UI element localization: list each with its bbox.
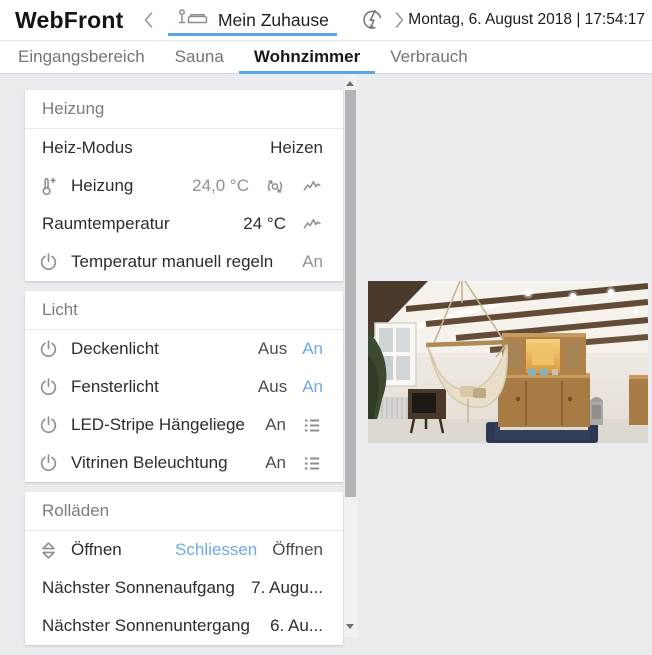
row-actions: An [302, 252, 323, 272]
control-row-led-stripe-hängeliege[interactable]: LED-Stripe Hängeliege An [25, 406, 343, 444]
control-label: Nächster Sonnenaufgang [42, 578, 245, 598]
scroll-down-icon[interactable] [346, 624, 354, 629]
home-icon [176, 8, 211, 33]
tab-sauna[interactable]: Sauna [160, 40, 239, 73]
section-card-heizung: Heizung Heiz-Modus Heizen Heizung 24,0 °C Rau… [25, 90, 343, 281]
control-row-temperatur-manuell-regeln[interactable]: Temperatur manuell regeln An [25, 243, 343, 281]
row-actions: An [265, 415, 323, 436]
an-button[interactable]: An [302, 377, 323, 397]
tab-verbrauch[interactable]: Verbrauch [375, 40, 483, 73]
control-row-öffnen[interactable]: Öffnen Schliessen Öffnen [25, 531, 343, 569]
value-text: An [265, 415, 286, 435]
control-row-raumtemperatur[interactable]: Raumtemperatur 24 °C [25, 205, 343, 243]
value-text: An [265, 453, 286, 473]
row-actions: 6. Au... [270, 616, 323, 636]
control-label: LED-Stripe Hängeliege [71, 415, 259, 435]
control-row-nächster-sonnenaufgang[interactable]: Nächster Sonnenaufgang 7. Augu... [25, 569, 343, 607]
app-header: WebFront Mein Zuhause Montag, 6. August … [0, 0, 652, 41]
control-label: Öffnen [71, 540, 169, 560]
control-row-vitrinen-beleuchtung[interactable]: Vitrinen Beleuchtung An [25, 444, 343, 482]
value-text: 24,0 °C [192, 176, 249, 196]
section-title: Heizung [25, 90, 343, 129]
control-row-nächster-sonnenuntergang[interactable]: Nächster Sonnenuntergang 6. Au... [25, 607, 343, 645]
row-actions: Schliessen Öffnen [175, 540, 323, 560]
storm-warning-icon[interactable] [361, 7, 384, 33]
list-icon[interactable] [301, 415, 323, 436]
row-actions: An [265, 453, 323, 474]
an-button[interactable]: An [302, 339, 323, 359]
row-actions: 24,0 °C [192, 176, 323, 197]
auto-icon[interactable] [264, 176, 286, 197]
tab-eingangsbereich[interactable]: Eingangsbereich [3, 40, 160, 73]
power-icon[interactable] [38, 252, 59, 273]
value-text: 7. Augu... [251, 578, 323, 598]
room-selector-label: Mein Zuhause [218, 10, 329, 31]
control-row-heiz-modus[interactable]: Heiz-Modus Heizen [25, 129, 343, 167]
stats-icon[interactable] [301, 214, 323, 235]
aus-button[interactable]: Aus [258, 339, 287, 359]
value-text: 24 °C [243, 214, 286, 234]
scroll-up-icon[interactable] [346, 81, 354, 86]
control-label: Heiz-Modus [42, 138, 264, 158]
room-tabbar: EingangsbereichSaunaWohnzimmerVerbrauch [0, 40, 652, 74]
section-title: Rolläden [25, 492, 343, 531]
datetime-display: Montag, 6. August 2018 | 17:54:17 [408, 11, 645, 29]
aus-button[interactable]: Aus [258, 377, 287, 397]
room-selector[interactable]: Mein Zuhause [170, 0, 335, 40]
control-row-fensterlicht[interactable]: Fensterlicht Aus An [25, 368, 343, 406]
power-icon[interactable] [38, 453, 59, 474]
control-label: Deckenlicht [71, 339, 252, 359]
row-actions: 7. Augu... [251, 578, 323, 598]
power-icon[interactable] [38, 377, 59, 398]
shutter-icon [38, 540, 59, 561]
control-label: Nächster Sonnenuntergang [42, 616, 264, 636]
power-icon[interactable] [38, 415, 59, 436]
öffnen-button[interactable]: Öffnen [272, 540, 323, 560]
stats-icon[interactable] [301, 176, 323, 197]
row-actions: Heizen [270, 138, 323, 158]
panel-scrollbar[interactable] [344, 73, 357, 637]
room-photo [368, 281, 648, 443]
control-row-deckenlicht[interactable]: Deckenlicht Aus An [25, 330, 343, 368]
control-label: Heizung [71, 176, 186, 196]
section-card-rolläden: Rolläden Öffnen Schliessen Öffnen Nächster S… [25, 492, 343, 645]
scrollbar-thumb[interactable] [345, 90, 356, 497]
value-text: Heizen [270, 138, 323, 158]
control-panel: Heizung Heiz-Modus Heizen Heizung 24,0 °C Rau… [25, 90, 343, 655]
row-actions: 24 °C [243, 214, 323, 235]
tab-wohnzimmer[interactable]: Wohnzimmer [239, 40, 375, 73]
thermometer-icon [38, 176, 59, 197]
value-text: 6. Au... [270, 616, 323, 636]
chevron-right-icon[interactable] [390, 7, 408, 33]
control-label: Fensterlicht [71, 377, 252, 397]
control-row-heizung[interactable]: Heizung 24,0 °C [25, 167, 343, 205]
control-label: Raumtemperatur [42, 214, 237, 234]
room-selector-underline [168, 33, 337, 36]
power-icon[interactable] [38, 339, 59, 360]
control-label: Vitrinen Beleuchtung [71, 453, 259, 473]
schliessen-button[interactable]: Schliessen [175, 540, 257, 560]
app-title: WebFront [15, 7, 124, 34]
chevron-left-icon[interactable] [140, 7, 158, 33]
row-actions: Aus An [258, 377, 323, 397]
control-label: Temperatur manuell regeln [71, 252, 296, 272]
row-actions: Aus An [258, 339, 323, 359]
section-card-licht: LichtDeckenlichtAusAnFensterlichtAusAnLE… [25, 291, 343, 482]
section-title: Licht [25, 291, 343, 330]
list-icon[interactable] [301, 453, 323, 474]
value-text: An [302, 252, 323, 272]
